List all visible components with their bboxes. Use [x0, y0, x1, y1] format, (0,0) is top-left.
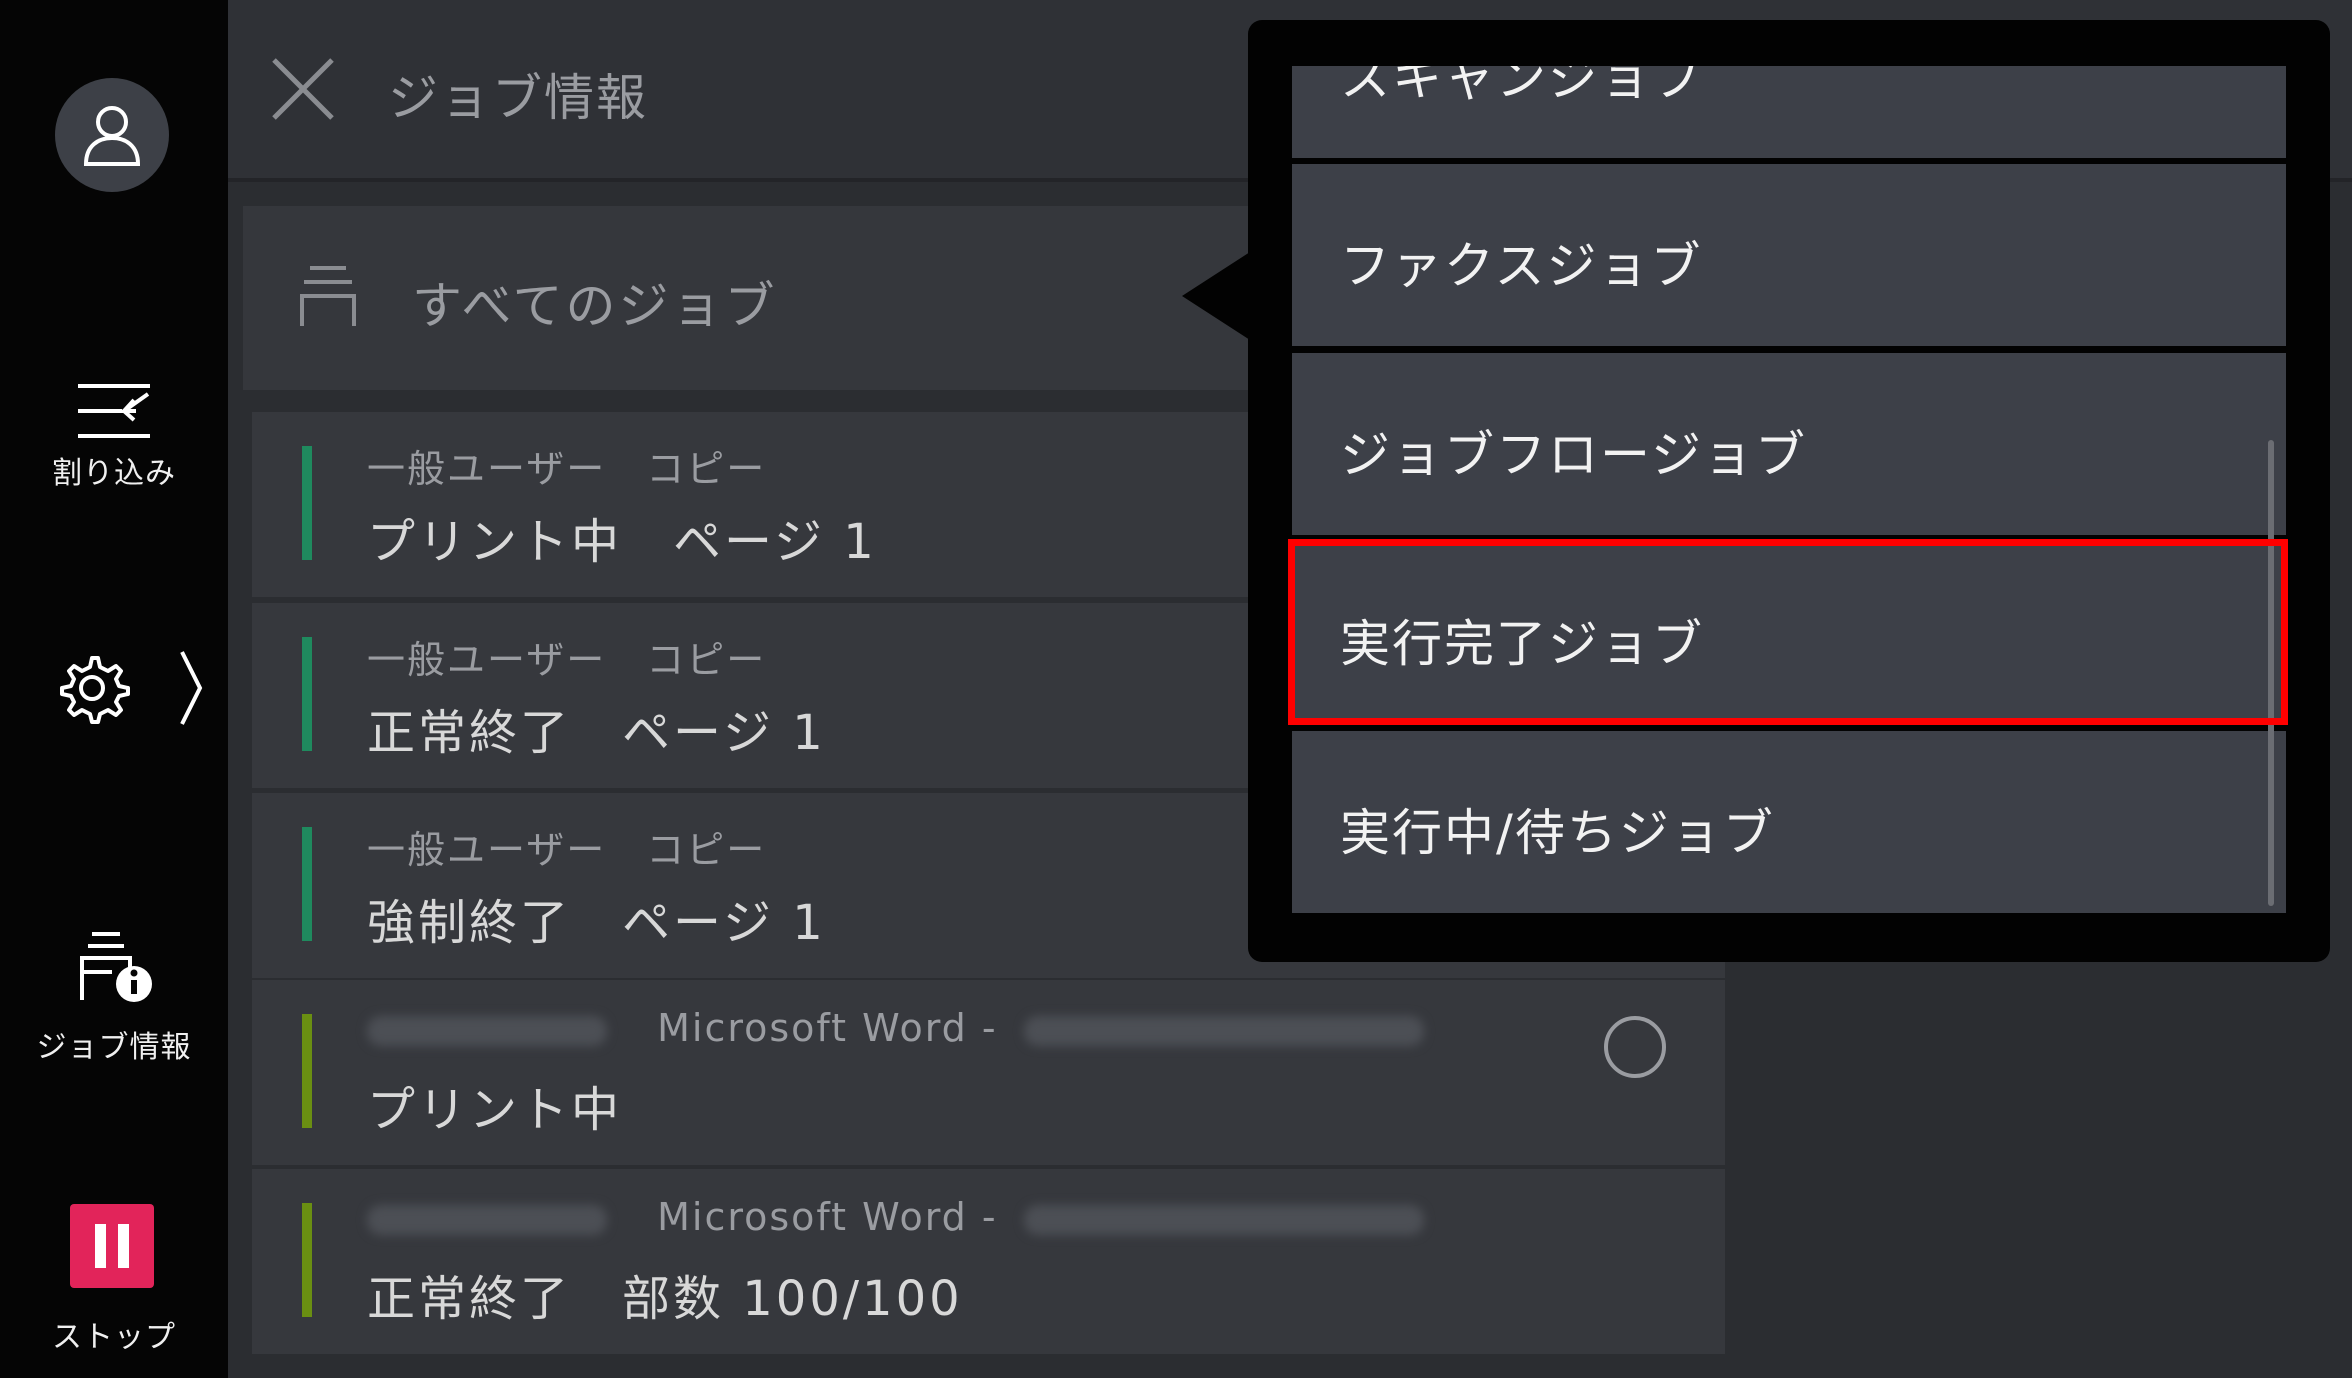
job-owner-document: Microsoft Word -	[367, 1195, 1424, 1239]
job-status-bar	[302, 446, 312, 560]
stop-label: ストップ	[52, 1320, 176, 1355]
job-select-radio[interactable]	[1604, 1016, 1666, 1078]
job-status: 正常終了 ページ 1	[367, 705, 826, 761]
option-label: ジョブフロージョブ	[1340, 426, 1807, 484]
job-row[interactable]: Microsoft Word - 正常終了 部数 100/100	[252, 1169, 1725, 1354]
option-scan-jobs[interactable]: スキャンジョブ	[1292, 66, 2286, 158]
job-status: プリント中 ページ 1	[367, 514, 877, 570]
option-jobflow-jobs[interactable]: ジョブフロージョブ	[1292, 353, 2286, 535]
job-owner-type: 一般ユーザー コピー	[367, 828, 767, 872]
job-application: Microsoft Word -	[657, 1195, 998, 1239]
user-avatar-button[interactable]	[55, 78, 169, 192]
settings-button[interactable]	[0, 651, 228, 728]
job-info-button[interactable]: ジョブ情報	[0, 928, 228, 1066]
option-label: スキャンジョブ	[1340, 66, 1704, 107]
highlight-box	[1288, 539, 2288, 725]
job-application: Microsoft Word -	[657, 1006, 998, 1050]
stop-label-wrap: ストップ	[0, 1312, 228, 1356]
stop-button[interactable]	[70, 1204, 154, 1288]
redacted-owner	[367, 1015, 607, 1046]
job-status-bar	[302, 637, 312, 751]
job-status: 強制終了 ページ 1	[367, 895, 826, 951]
close-icon[interactable]	[270, 56, 336, 122]
job-status-bar	[302, 827, 312, 941]
option-label: ファクスジョブ	[1340, 237, 1703, 295]
chevron-right-icon	[180, 651, 203, 725]
user-icon	[83, 106, 141, 166]
job-status-bar	[302, 1203, 312, 1317]
job-status: プリント中	[367, 1082, 623, 1138]
gear-icon	[60, 656, 130, 724]
redacted-owner	[367, 1204, 607, 1235]
dropdown-pointer	[1182, 252, 1250, 340]
redacted-document	[1023, 1015, 1424, 1046]
option-fax-jobs[interactable]: ファクスジョブ	[1292, 164, 2286, 346]
option-active-waiting-jobs[interactable]: 実行中/待ちジョブ	[1292, 731, 2286, 913]
option-label: 実行中/待ちジョブ	[1340, 804, 1775, 862]
interrupt-button[interactable]: 割り込み	[0, 378, 228, 492]
filter-label: すべてのジョブ	[412, 277, 778, 335]
job-info-icon	[80, 932, 152, 1002]
job-status-bar	[302, 1014, 312, 1128]
page-title: ジョブ情報	[388, 69, 648, 127]
job-list-icon	[300, 266, 356, 326]
interrupt-icon	[78, 384, 150, 438]
job-owner-type: 一般ユーザー コピー	[367, 447, 767, 491]
left-rail: 割り込み ジョブ情報 ストップ	[0, 0, 228, 1378]
redacted-document	[1023, 1204, 1424, 1235]
job-info-label: ジョブ情報	[36, 1030, 192, 1065]
job-owner-type: 一般ユーザー コピー	[367, 638, 767, 682]
dropdown-options-list: スキャンジョブ ファクスジョブ ジョブフロージョブ 実行完了ジョブ 実行中/待ち…	[1292, 66, 2286, 916]
job-row[interactable]: Microsoft Word - プリント中	[252, 980, 1725, 1165]
interrupt-label: 割り込み	[52, 456, 176, 491]
job-owner-document: Microsoft Word -	[367, 1006, 1424, 1050]
job-status: 正常終了 部数 100/100	[367, 1271, 963, 1327]
